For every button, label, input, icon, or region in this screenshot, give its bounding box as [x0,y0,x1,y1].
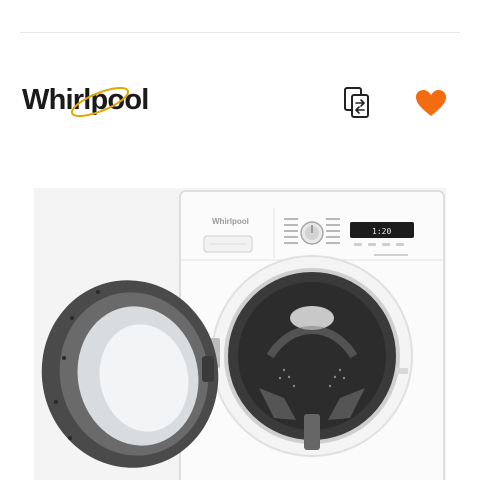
display-readout: 1:20 [372,227,391,236]
panel-brand-mark: Whirlpool [212,217,249,226]
washing-machine-image: Whirlpool 1:20 [34,188,446,480]
product-header: Whirlpool [0,72,480,132]
heart-icon[interactable] [414,88,448,118]
whirlpool-logo[interactable]: Whirlpool [22,82,149,127]
logo-swoosh-icon [70,87,130,117]
compare-icon[interactable] [340,86,374,120]
top-divider [20,32,460,33]
